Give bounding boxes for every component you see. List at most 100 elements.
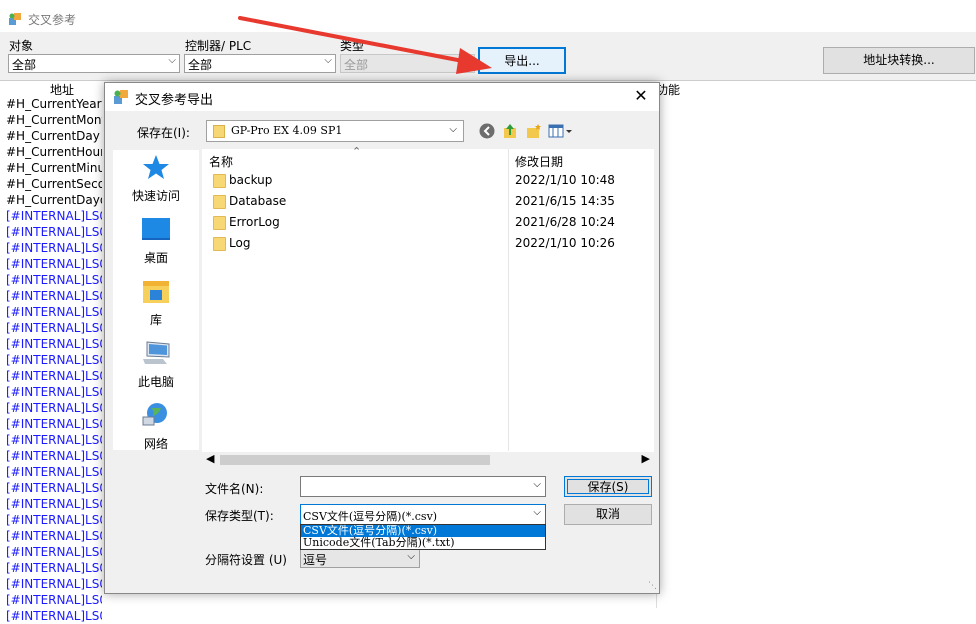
list-row[interactable]: [#INTERNAL]LS003 xyxy=(6,384,102,400)
file-modified-date: 2021/6/15 14:35 xyxy=(515,194,615,208)
chevron-down-icon: ⌵ xyxy=(449,124,457,135)
folder-icon xyxy=(213,195,226,209)
computer-icon xyxy=(143,341,170,364)
list-row[interactable]: [#INTERNAL]LS002 xyxy=(6,352,102,368)
list-row[interactable]: [#INTERNAL]LS002 xyxy=(6,320,102,336)
list-row[interactable]: [#INTERNAL]LS004 xyxy=(6,544,102,560)
place-label: 网络 xyxy=(143,437,168,451)
folder-icon xyxy=(213,125,225,138)
list-row[interactable]: [#INTERNAL]LS003 xyxy=(6,400,102,416)
list-row[interactable]: [#INTERNAL]LS004 xyxy=(6,576,102,592)
horizontal-scrollbar[interactable]: ◀ ▶ xyxy=(202,452,654,468)
list-row[interactable]: [#INTERNAL]LS003 xyxy=(6,496,102,512)
network-globe-icon xyxy=(142,403,167,426)
list-row[interactable]: [#INTERNAL]LS003 xyxy=(6,464,102,480)
list-row[interactable]: [#INTERNAL]LS003 xyxy=(6,432,102,448)
resize-grip-icon[interactable]: ⋱ xyxy=(648,581,657,591)
list-row[interactable]: [#INTERNAL]LS002 xyxy=(6,336,102,352)
object-select-value: 全部 xyxy=(12,58,37,72)
list-row[interactable]: [#INTERNAL]LS003 xyxy=(6,512,102,528)
list-row[interactable]: #H_CurrentDay xyxy=(6,128,102,144)
folder-icon xyxy=(213,216,226,230)
controller-select-value: 全部 xyxy=(188,58,213,72)
scrollbar-thumb[interactable] xyxy=(220,455,490,465)
chevron-down-icon: ⌵ xyxy=(533,507,541,518)
filename-label: 文件名(N): xyxy=(205,482,264,496)
new-folder-icon[interactable] xyxy=(526,123,542,139)
back-icon[interactable] xyxy=(479,123,495,139)
list-row[interactable]: [#INTERNAL]LS002 xyxy=(6,224,102,240)
close-icon[interactable]: ✕ xyxy=(631,86,651,106)
list-row[interactable]: #H_CurrentDayofTh xyxy=(6,192,102,208)
file-name: Database xyxy=(229,194,287,208)
place-quick-access[interactable]: 快速访问 xyxy=(113,154,199,204)
place-this-pc[interactable]: 此电脑 xyxy=(113,340,199,390)
list-row[interactable]: [#INTERNAL]LS004 xyxy=(6,592,102,608)
view-menu-icon[interactable] xyxy=(548,123,574,139)
place-library[interactable]: 库 xyxy=(113,278,199,328)
list-row[interactable]: [#INTERNAL]LS002 xyxy=(6,304,102,320)
object-select[interactable]: 全部 ⌵ xyxy=(8,54,180,73)
file-name: ErrorLog xyxy=(229,215,280,229)
list-row[interactable]: [#INTERNAL]LS004 xyxy=(6,560,102,576)
list-row[interactable]: [#INTERNAL]LS002 xyxy=(6,240,102,256)
save-button[interactable]: 保存(S) xyxy=(564,476,652,497)
file-name: Log xyxy=(229,236,251,250)
dialog-title-bar: 交叉参考导出 ✕ xyxy=(105,83,659,111)
library-icon xyxy=(143,281,169,303)
list-row[interactable]: [#INTERNAL]LS003 xyxy=(6,448,102,464)
chevron-down-icon[interactable]: ⌵ xyxy=(533,479,541,490)
filetype-dropdown-list: CSV文件(逗号分隔)(*.csv) Unicode文件(Tab分隔)(*.tx… xyxy=(300,524,546,550)
list-row[interactable]: [#INTERNAL]LS003 xyxy=(6,480,102,496)
filetype-value: CSV文件(逗号分隔)(*.csv) xyxy=(303,510,438,523)
chevron-down-icon: ⌵ xyxy=(168,55,176,66)
place-label: 快速访问 xyxy=(131,189,180,203)
cross-reference-app-icon xyxy=(9,13,21,25)
save-in-label: 保存在(I): xyxy=(137,126,190,140)
separator-label: 分隔符设置 (U) xyxy=(205,553,287,567)
list-row[interactable]: [#INTERNAL]LS003 xyxy=(6,528,102,544)
list-row[interactable]: [#INTERNAL]LS003 xyxy=(6,416,102,432)
list-row[interactable]: [#INTERNAL]LS002 xyxy=(6,256,102,272)
file-modified-date: 2021/6/28 10:24 xyxy=(515,215,615,229)
place-label: 库 xyxy=(149,313,162,327)
cancel-button[interactable]: 取消 xyxy=(564,504,652,525)
place-desktop[interactable]: 桌面 xyxy=(113,216,199,266)
file-list: ⌃ 名称 修改日期 backup 2022/1/10 10:48 Database 2… xyxy=(202,145,654,452)
column-header-name[interactable]: 名称 xyxy=(209,153,233,170)
filetype-select[interactable]: CSV文件(逗号分隔)(*.csv) ⌵ xyxy=(300,504,546,525)
scroll-right-icon[interactable]: ▶ xyxy=(642,452,650,465)
save-in-value: GP-Pro EX 4.09 SP1 xyxy=(231,124,343,137)
window-title: 交叉参考 xyxy=(28,13,77,27)
star-icon xyxy=(143,155,169,179)
places-sidebar: 快速访问 桌面 库 此电脑 网络 xyxy=(113,150,199,452)
list-row[interactable]: [#INTERNAL]LS0044 xyxy=(6,608,102,624)
column-header-modified[interactable]: 修改日期 xyxy=(515,153,563,170)
separator-value: 逗号 xyxy=(303,553,328,567)
chevron-down-icon: ⌵ xyxy=(407,551,415,562)
up-folder-icon[interactable] xyxy=(502,123,518,139)
list-row[interactable]: #H_CurrentSecond xyxy=(6,176,102,192)
file-row[interactable]: backup 2022/1/10 10:48 xyxy=(202,171,654,192)
file-row[interactable]: ErrorLog 2021/6/28 10:24 xyxy=(202,213,654,234)
separator-select[interactable]: 逗号 ⌵ xyxy=(300,549,420,568)
place-network[interactable]: 网络 xyxy=(113,402,199,452)
file-row[interactable]: Database 2021/6/15 14:35 xyxy=(202,192,654,213)
list-row[interactable]: #H_CurrentMinute xyxy=(6,160,102,176)
folder-icon xyxy=(213,237,226,251)
list-row[interactable]: #H_CurrentMonth xyxy=(6,112,102,128)
scroll-left-icon[interactable]: ◀ xyxy=(206,452,214,465)
file-row[interactable]: Log 2022/1/10 10:26 xyxy=(202,234,654,255)
filetype-option-unicode[interactable]: Unicode文件(Tab分隔)(*.txt) xyxy=(301,537,545,549)
list-row[interactable]: #H_CurrentHour xyxy=(6,144,102,160)
save-in-select[interactable]: GP-Pro EX 4.09 SP1 ⌵ xyxy=(206,120,464,142)
annotation-arrow-icon xyxy=(238,16,492,74)
list-row[interactable]: [#INTERNAL]LS002 xyxy=(6,288,102,304)
list-row[interactable]: [#INTERNAL]LS002 xyxy=(6,368,102,384)
list-row[interactable]: [#INTERNAL]LS002 xyxy=(6,208,102,224)
export-dialog: 交叉参考导出 ✕ 保存在(I): GP-Pro EX 4.09 SP1 ⌵ 快速… xyxy=(104,82,660,594)
filename-input[interactable]: ⌵ xyxy=(300,476,546,497)
address-block-convert-button[interactable]: 地址块转换... xyxy=(823,47,975,74)
list-row[interactable]: [#INTERNAL]LS002 xyxy=(6,272,102,288)
list-row[interactable]: #H_CurrentYear xyxy=(6,96,102,112)
